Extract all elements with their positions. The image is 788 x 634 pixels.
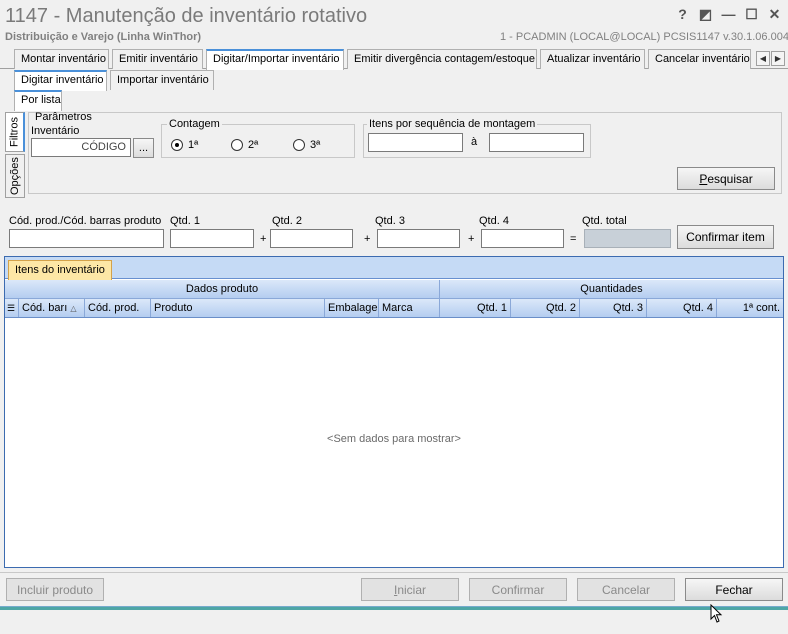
band-dados-produto: Dados produto [5,280,440,299]
col-cod-prod[interactable]: Cód. prod. [85,299,151,317]
tab-scroll-left-icon[interactable]: ◀ [756,51,770,66]
radio-label-3: 3ª [310,139,321,151]
main-tab-bar: Montar inventário Emitir inventário Digi… [0,49,788,70]
minimize-button[interactable]: — [717,5,740,23]
itens-seq-label: Itens por sequência de montagem [367,118,538,130]
window-subtitle: Distribuição e Varejo (Linha WinThor) [5,31,202,43]
confirmar-button[interactable]: Confirmar [469,578,567,601]
qtd2-label: Qtd. 2 [272,215,302,227]
qtd1-label: Qtd. 1 [170,215,200,227]
tab-montar-inventario[interactable]: Montar inventário [14,49,109,69]
pesquisar-mnemonic: P [699,171,708,186]
pesquisar-label-rest: esquisar [707,171,753,186]
confirmar-item-button[interactable]: Confirmar item [677,225,774,249]
itens-seq-separator: à [471,136,478,148]
title-bar: 1147 - Manutenção de inventário rotativo… [0,0,788,46]
radio-contagem-2[interactable]: 2ª [231,139,258,151]
window-title: 1147 - Manutenção de inventário rotativo [5,5,368,27]
tab-emitir-inventario[interactable]: Emitir inventário [112,49,203,69]
user-info: 1 - PCADMIN (LOCAL@LOCAL) PCSIS1147 v.30… [500,31,788,43]
filter-panel: Parâmetros Inventário CÓDIGO ... Contage… [28,111,782,194]
help-button[interactable]: ? [671,5,694,23]
col-embalagem[interactable]: Embalager [325,299,379,317]
qtd2-input[interactable] [270,229,353,248]
sub-sub-tab-bar: Por lista [14,90,788,111]
col-qtd3[interactable]: Qtd. 3 [580,299,647,317]
tab-importar-inventario[interactable]: Importar inventário [110,70,214,90]
col-qtd1[interactable]: Qtd. 1 [440,299,511,317]
side-tab-opcoes[interactable]: Opções [5,154,25,198]
params-label: Parâmetros [35,111,92,123]
cancelar-button[interactable]: Cancelar [577,578,675,601]
contagem-label: Contagem [167,118,222,130]
grid-column-header-row: ☰ Cód. barı △ Cód. prod. Produto Embalag… [5,299,783,318]
status-strip [0,606,788,610]
col-1a-cont[interactable]: 1ª cont. [717,299,783,317]
band-quantidades: Quantidades [580,283,643,295]
sub-tab-bar: Digitar inventário Importar inventário [14,70,788,91]
maximize-button[interactable]: ☐ [740,5,763,23]
inventario-code-input[interactable]: CÓDIGO [31,138,131,157]
itens-seq-to-input[interactable] [489,133,584,152]
inventario-label: Inventário [31,125,80,137]
radio-contagem-3[interactable]: 3ª [293,139,320,151]
restore-button[interactable]: ◩ [694,5,717,23]
iniciar-label-rest: niciar [397,582,427,597]
tab-cancelar-inventario[interactable]: Cancelar inventário [648,49,751,69]
col-cod-barras-label: Cód. barı [22,302,68,314]
cod-prod-label: Cód. prod./Cód. barras produto [9,215,162,227]
col-cod-barras[interactable]: Cód. barı △ [19,299,85,317]
plus-sign-1: + [260,233,267,245]
inventory-items-grid: Itens do inventário Dados produto Quanti… [4,256,784,568]
itens-seq-from-input[interactable] [368,133,463,152]
window-controls: ? ◩ — ☐ ✕ [671,5,786,23]
col-qtd2[interactable]: Qtd. 2 [511,299,580,317]
plus-sign-3: + [468,233,475,245]
tab-emitir-divergencia[interactable]: Emitir divergência contagem/estoque [347,49,537,69]
mouse-cursor-icon [710,604,723,623]
radio-checked-icon [171,139,183,151]
equals-sign: = [570,233,577,245]
radio-contagem-1[interactable]: 1ª [171,139,198,151]
pesquisar-button[interactable]: Pesquisar [677,167,775,190]
qtd4-label: Qtd. 4 [479,215,509,227]
footer-bar: Incluir produto Iniciar Confirmar Cancel… [0,572,788,606]
col-marca[interactable]: Marca [379,299,440,317]
radio-label-1: 1ª [188,139,199,151]
plus-sign-2: + [364,233,371,245]
qtd1-input[interactable] [170,229,254,248]
grid-empty-message: <Sem dados para mostrar> [327,433,461,445]
incluir-produto-button[interactable]: Incluir produto [6,578,104,601]
tab-atualizar-inventario[interactable]: Atualizar inventário [540,49,645,69]
radio-unchecked-icon [231,139,243,151]
tab-itens-do-inventario[interactable]: Itens do inventário [8,260,112,280]
qtd-total-label: Qtd. total [582,215,627,227]
tab-digitar-importar-inventario[interactable]: Digitar/Importar inventário [206,49,344,70]
column-chooser-icon[interactable]: ☰ [5,299,19,317]
col-qtd4[interactable]: Qtd. 4 [647,299,717,317]
side-tab-filtros[interactable]: Filtros [5,112,25,152]
cod-prod-input[interactable] [9,229,164,248]
qtd3-input[interactable] [377,229,460,248]
radio-label-2: 2ª [248,139,259,151]
grid-tab-bar: Itens do inventário [5,257,783,280]
col-produto[interactable]: Produto [151,299,325,317]
radio-unchecked-icon [293,139,305,151]
inventario-browse-button[interactable]: ... [133,138,154,158]
tab-por-lista[interactable]: Por lista [14,90,62,111]
sort-asc-icon: △ [70,304,77,313]
qtd-total-field [584,229,671,248]
qtd4-input[interactable] [481,229,564,248]
close-button[interactable]: ✕ [763,5,786,23]
iniciar-button[interactable]: Iniciar [361,578,459,601]
tab-digitar-inventario[interactable]: Digitar inventário [14,70,107,91]
grid-band-row: Dados produto Quantidades [5,280,783,299]
tab-scroll-right-icon[interactable]: ▶ [771,51,785,66]
fechar-button[interactable]: Fechar [685,578,783,601]
qtd3-label: Qtd. 3 [375,215,405,227]
